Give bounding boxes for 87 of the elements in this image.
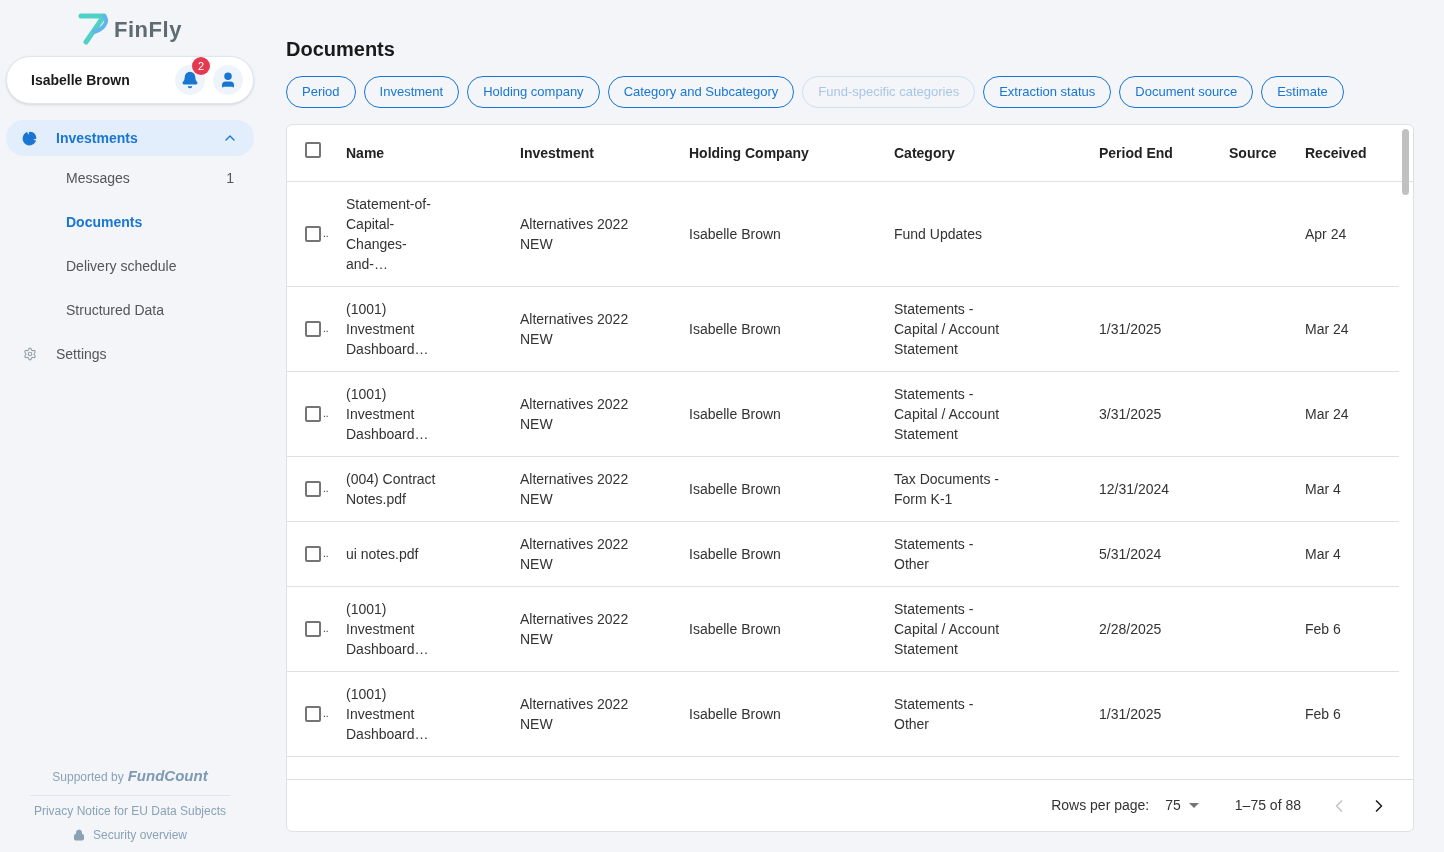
- logo-icon: [77, 12, 110, 46]
- table-cell-text: Statements - Capital / Account Statement: [894, 600, 1001, 659]
- checkbox[interactable]: [305, 621, 321, 637]
- table-cell-text: Alternatives 2022 NEW: [520, 695, 630, 734]
- checkbox[interactable]: [305, 406, 321, 422]
- table-cell: 1/31/2025: [1099, 706, 1162, 722]
- table-cell-text: ..: [323, 407, 329, 421]
- table-cell-text: (1001) Investment Dashboard…: [346, 600, 430, 659]
- table-cell: 3/31/2025: [1099, 406, 1162, 422]
- table-cell-text: ..: [323, 707, 329, 721]
- checkbox[interactable]: [305, 481, 321, 497]
- lock-icon: [73, 829, 85, 841]
- checkbox[interactable]: [305, 142, 321, 158]
- table-cell: Isabelle Brown: [689, 621, 781, 637]
- table-cell-text: Alternatives 2022 NEW: [520, 470, 630, 509]
- table-cell-text: Alternatives 2022 NEW: [520, 395, 630, 434]
- table-cell-text: Statement-of-Capital-Changes-and-…: [346, 195, 432, 274]
- table-cell-text: Statements - Other: [894, 535, 975, 574]
- page-range: 1–75 of 88: [1234, 796, 1301, 815]
- scrollbar[interactable]: [1402, 129, 1409, 195]
- table-cell: Isabelle Brown: [689, 321, 781, 337]
- table-cell-text: Statements - Capital / Account Statement: [894, 300, 1001, 359]
- nav-subitem[interactable]: Structured Data: [6, 288, 254, 332]
- table-cell: Isabelle Brown: [689, 481, 781, 497]
- partner-logo: FundCount: [127, 765, 208, 786]
- table-cell-text: ..: [323, 322, 329, 336]
- table-cell: Isabelle Brown: [689, 406, 781, 422]
- table-cell-text: ..: [323, 482, 329, 496]
- nav-item[interactable]: Settings: [6, 332, 254, 376]
- column-header[interactable]: Period End: [1099, 145, 1173, 161]
- table-cell-text: ..: [323, 622, 329, 636]
- table-cell-text: ui notes.pdf: [346, 545, 420, 564]
- table-cell-text: (004) Contract Notes.pdf: [346, 470, 437, 509]
- rows-per-page-select[interactable]: 75: [1165, 795, 1199, 816]
- rows-per-page-label: Rows per page:: [1051, 796, 1150, 815]
- column-header[interactable]: Name: [346, 145, 385, 161]
- notification-badge: 2: [192, 57, 210, 75]
- page-title: Documents: [286, 37, 396, 62]
- nav-item[interactable]: Investments: [6, 120, 254, 156]
- column-header[interactable]: Holding Company: [689, 145, 809, 161]
- checkbox[interactable]: [305, 706, 321, 722]
- table-cell: Isabelle Brown: [689, 706, 781, 722]
- table-cell: 12/31/2024: [1099, 481, 1170, 497]
- checkbox[interactable]: [305, 321, 321, 337]
- checkbox[interactable]: [305, 546, 321, 562]
- table-cell: Mar 24: [1305, 321, 1349, 337]
- table-cell: Mar 4: [1305, 481, 1341, 497]
- brand-name: FinFly: [113, 15, 183, 44]
- nav-subitem[interactable]: Messages 1: [6, 156, 254, 200]
- table-cell-text: Alternatives 2022 NEW: [520, 215, 630, 254]
- table-cell-text: (1001) Investment Dashboard…: [346, 385, 430, 444]
- table-cell-text: ..: [323, 547, 329, 561]
- settings-icon: [23, 347, 37, 361]
- user-icon: [219, 71, 237, 89]
- column-header[interactable]: Investment: [520, 145, 594, 161]
- column-header[interactable]: Category: [894, 145, 955, 161]
- table-cell-text: ..: [323, 227, 329, 241]
- table-cell: Feb 6: [1305, 621, 1341, 637]
- table-cell: Isabelle Brown: [689, 546, 781, 562]
- table-cell-text: Alternatives 2022 NEW: [520, 535, 630, 574]
- table-cell: Mar 24: [1305, 406, 1349, 422]
- column-header[interactable]: Source: [1229, 145, 1277, 161]
- table-cell: Feb 6: [1305, 706, 1341, 722]
- table-cell-text: Statements - Capital / Account Statement: [894, 385, 1001, 444]
- table-cell: 1/31/2025: [1099, 321, 1162, 337]
- table-cell: Isabelle Brown: [689, 226, 781, 242]
- table-cell-text: Alternatives 2022 NEW: [520, 610, 630, 649]
- nav-subitem[interactable]: Documents: [6, 200, 254, 244]
- column-header[interactable]: Received: [1305, 145, 1367, 161]
- table-cell: Mar 4: [1305, 546, 1341, 562]
- table-cell-text: Statements - Other: [894, 695, 975, 734]
- user-name: Isabelle Brown: [31, 70, 131, 90]
- table-cell-text: Tax Documents - Form K-1: [894, 470, 1001, 509]
- chart-icon: [22, 130, 37, 146]
- table-cell: 2/28/2025: [1099, 621, 1162, 637]
- supported-by-text: Supported by: [52, 768, 124, 786]
- table-cell-text: (1001) Investment Dashboard…: [346, 685, 430, 744]
- checkbox[interactable]: [305, 226, 321, 242]
- table-cell: Apr 24: [1305, 226, 1347, 242]
- dropdown-icon: [1188, 803, 1199, 808]
- table-cell-text: (1001) Investment Dashboard…: [346, 300, 430, 359]
- nav-subitem[interactable]: Delivery schedule: [6, 244, 254, 288]
- table-cell-text: Fund Updates: [894, 225, 983, 244]
- table-cell-text: Alternatives 2022 NEW: [520, 310, 630, 349]
- bell-icon: [181, 71, 199, 89]
- table-cell: 5/31/2024: [1099, 546, 1162, 562]
- profile-button[interactable]: [213, 65, 243, 95]
